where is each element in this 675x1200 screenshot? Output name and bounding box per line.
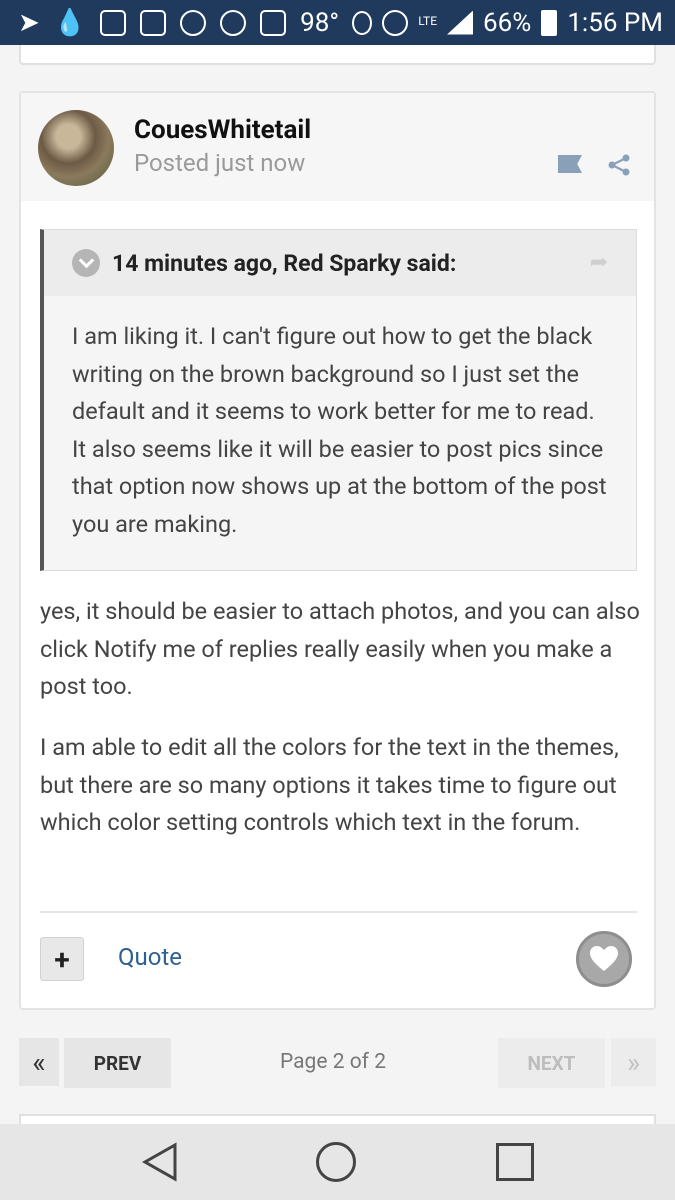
temperature: 98° bbox=[300, 7, 340, 38]
page-indicator[interactable]: Page 2 of 2 bbox=[280, 1050, 386, 1074]
quote-citation: 14 minutes ago, Red Sparky said: bbox=[112, 249, 457, 277]
quote-block: 14 minutes ago, Red Sparky said: ➦ I am … bbox=[40, 229, 637, 571]
post-header: CouesWhitetail Posted just now bbox=[21, 93, 654, 201]
flag-icon[interactable] bbox=[558, 155, 582, 173]
clock: 1:56 PM bbox=[567, 7, 663, 38]
bluetooth-icon bbox=[382, 9, 409, 36]
post-paragraph: yes, it should be easier to attach photo… bbox=[40, 597, 640, 700]
post-date: Posted just now bbox=[134, 149, 306, 177]
heart-icon bbox=[590, 946, 618, 971]
navigation-bar bbox=[0, 1124, 675, 1200]
android-icon bbox=[180, 9, 207, 36]
signal-arrow-icon: ➤ bbox=[18, 7, 40, 38]
previous-post-card bbox=[19, 45, 656, 65]
battery-percent: 66% bbox=[483, 7, 532, 38]
home-icon[interactable] bbox=[316, 1142, 356, 1182]
next-page-button[interactable]: NEXT bbox=[498, 1038, 605, 1088]
share-icon[interactable] bbox=[607, 153, 631, 177]
youtube-icon bbox=[100, 9, 127, 36]
back-icon[interactable] bbox=[141, 1142, 179, 1182]
download-icon bbox=[140, 9, 167, 36]
quote-body: I am liking it. I can't figure out how t… bbox=[72, 322, 607, 538]
image-icon bbox=[260, 9, 287, 36]
last-page-button[interactable]: » bbox=[611, 1038, 656, 1086]
like-button[interactable] bbox=[576, 931, 632, 987]
first-page-button[interactable]: « bbox=[19, 1038, 59, 1086]
post-card: CouesWhitetail Posted just now 14 minute… bbox=[19, 91, 656, 1010]
author-name[interactable]: CouesWhitetail bbox=[134, 115, 311, 145]
divider bbox=[40, 911, 637, 913]
status-bar: ➤ 💧 98° LTE 66% 1:56 PM bbox=[0, 0, 675, 45]
signal-icon bbox=[447, 10, 474, 35]
android-icon-2 bbox=[220, 9, 247, 36]
avatar[interactable] bbox=[38, 110, 114, 186]
quote-button[interactable]: Quote bbox=[118, 943, 182, 971]
post-paragraph: I am able to edit all the colors for the… bbox=[40, 733, 619, 836]
add-button[interactable]: + bbox=[40, 937, 84, 981]
chevron-down-icon[interactable] bbox=[72, 249, 100, 277]
network-type: LTE bbox=[418, 13, 438, 28]
prev-page-button[interactable]: PREV bbox=[64, 1038, 171, 1088]
quote-header[interactable]: 14 minutes ago, Red Sparky said: ➦ bbox=[44, 230, 636, 296]
battery-icon bbox=[541, 9, 558, 36]
recent-apps-icon[interactable] bbox=[496, 1143, 534, 1181]
reply-arrow-icon[interactable]: ➦ bbox=[590, 250, 608, 275]
drops-icon: 💧 bbox=[53, 7, 87, 38]
location-icon bbox=[352, 10, 373, 35]
